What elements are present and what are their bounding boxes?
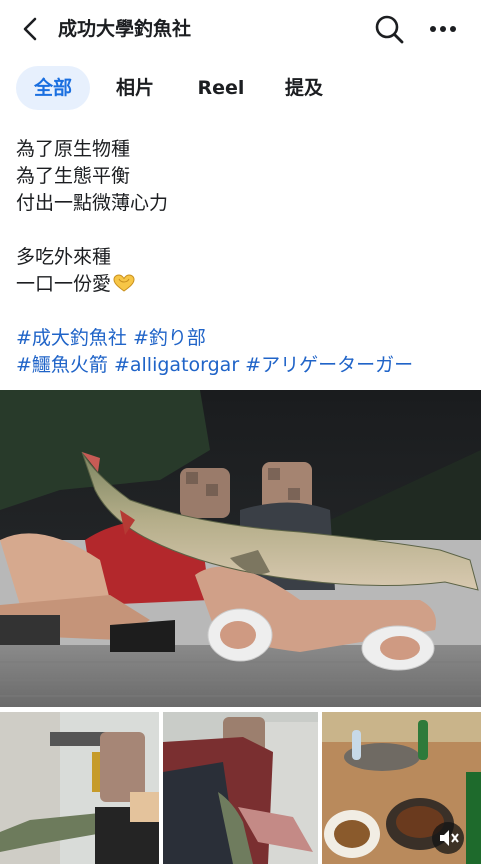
post-photo-main[interactable] [0,390,481,707]
tab-all[interactable]: 全部 [16,66,90,110]
back-arrow-icon[interactable] [18,16,44,42]
post-line-gap [16,217,466,244]
top-bar: 成功大學釣魚社 [0,0,481,58]
post-line: 多吃外來種 [16,246,112,268]
post-line: 為了生態平衡 [16,165,131,187]
post-body: 為了原生物種 為了生態平衡 付出一點微薄心力 多吃外來種 一口一份愛 [16,136,466,298]
page-title: 成功大學釣魚社 [58,18,192,40]
mute-icon [440,830,459,846]
thumbnail-photo-2[interactable] [163,712,318,864]
tab-photos[interactable]: 相片 [106,66,164,110]
photo-kitchen-fish [0,712,159,864]
thumbnail-photo-1[interactable] [0,712,159,864]
photo-fish-catch [0,390,481,707]
hashtags: #成大釣魚社 #釣り部 #鱷魚火箭 #alligatorgar #アリゲーターガ… [16,325,476,379]
tab-reel[interactable]: Reel [188,66,254,110]
post-line-with-emoji: 一口一份愛 [16,271,466,298]
post-line: 為了原生物種 [16,138,131,160]
heart-hands-emoji [113,274,135,292]
tab-mentions[interactable]: 提及 [274,66,334,110]
more-icon[interactable] [428,18,458,40]
hashtag-line[interactable]: #成大釣魚社 #釣り部 [16,325,476,352]
post-line: 一口一份愛 [16,273,112,295]
filter-tabs: 全部 相片 Reel 提及 [0,66,481,112]
photo-person-fish [163,712,318,864]
search-icon[interactable] [373,13,405,45]
post-line: 付出一點微薄心力 [16,192,169,214]
mute-toggle[interactable] [432,822,464,854]
hashtag-line[interactable]: #鱷魚火箭 #alligatorgar #アリゲーターガー [16,352,476,379]
